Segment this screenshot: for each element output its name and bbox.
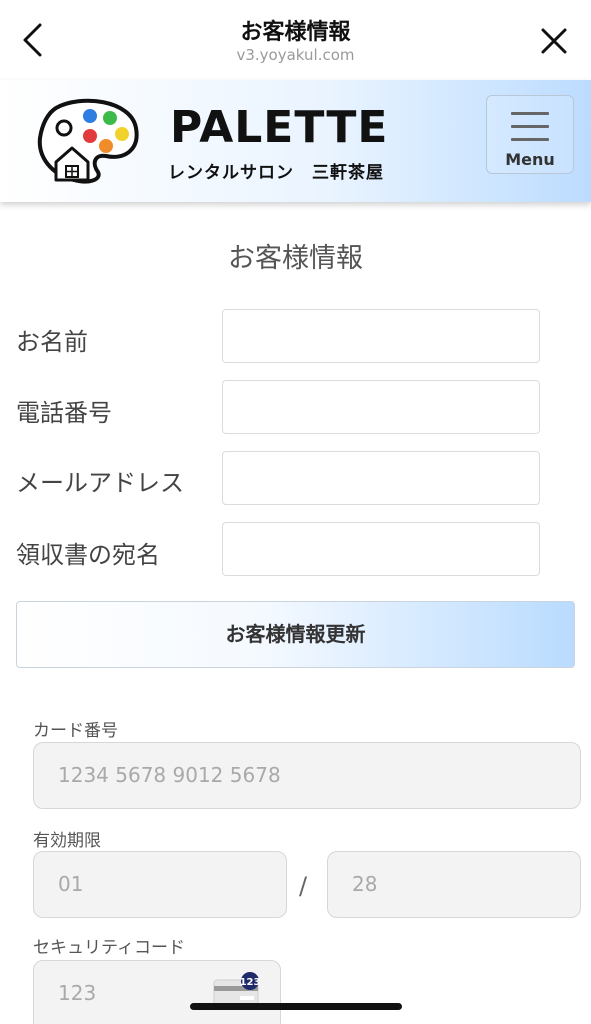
- security-code-label: セキュリティコード: [33, 938, 185, 958]
- cvv-badge-text: 123: [240, 977, 261, 988]
- name-input[interactable]: [222, 309, 540, 363]
- expiry-separator: /: [299, 872, 308, 900]
- browser-top-bar: お客様情報 v3.yoyakul.com: [0, 0, 591, 80]
- name-label: お名前: [16, 328, 88, 356]
- palette-logo-icon[interactable]: [36, 98, 140, 184]
- page-url: v3.yoyakul.com: [236, 46, 355, 64]
- logo-name: PALETTE: [170, 102, 389, 153]
- home-indicator: [190, 1003, 402, 1010]
- card-cvv-icon: 123: [213, 972, 261, 1006]
- hamburger-icon: [511, 112, 549, 141]
- email-input[interactable]: [222, 451, 540, 505]
- page-title: お客様情報: [240, 20, 351, 45]
- receipt-name-label: 領収書の宛名: [16, 541, 160, 569]
- menu-label: Menu: [505, 150, 555, 169]
- menu-button[interactable]: Menu: [486, 95, 574, 174]
- receipt-name-input[interactable]: [222, 522, 540, 576]
- card-number-input[interactable]: 1234 5678 9012 5678: [33, 742, 581, 809]
- logo-subtitle: レンタルサロン 三軒茶屋: [168, 163, 384, 183]
- site-header: PALETTE レンタルサロン 三軒茶屋 Menu: [0, 80, 591, 202]
- expiry-month-input[interactable]: 01: [33, 851, 287, 918]
- phone-label: 電話番号: [16, 399, 112, 427]
- expiry-label: 有効期限: [33, 831, 101, 851]
- phone-input[interactable]: [222, 380, 540, 434]
- close-icon[interactable]: [539, 26, 569, 56]
- email-label: メールアドレス: [16, 469, 184, 497]
- card-number-label: カード番号: [33, 721, 118, 741]
- section-title: お客様情報: [228, 243, 363, 274]
- update-customer-info-button[interactable]: お客様情報更新: [16, 601, 575, 668]
- expiry-year-input[interactable]: 28: [327, 851, 581, 918]
